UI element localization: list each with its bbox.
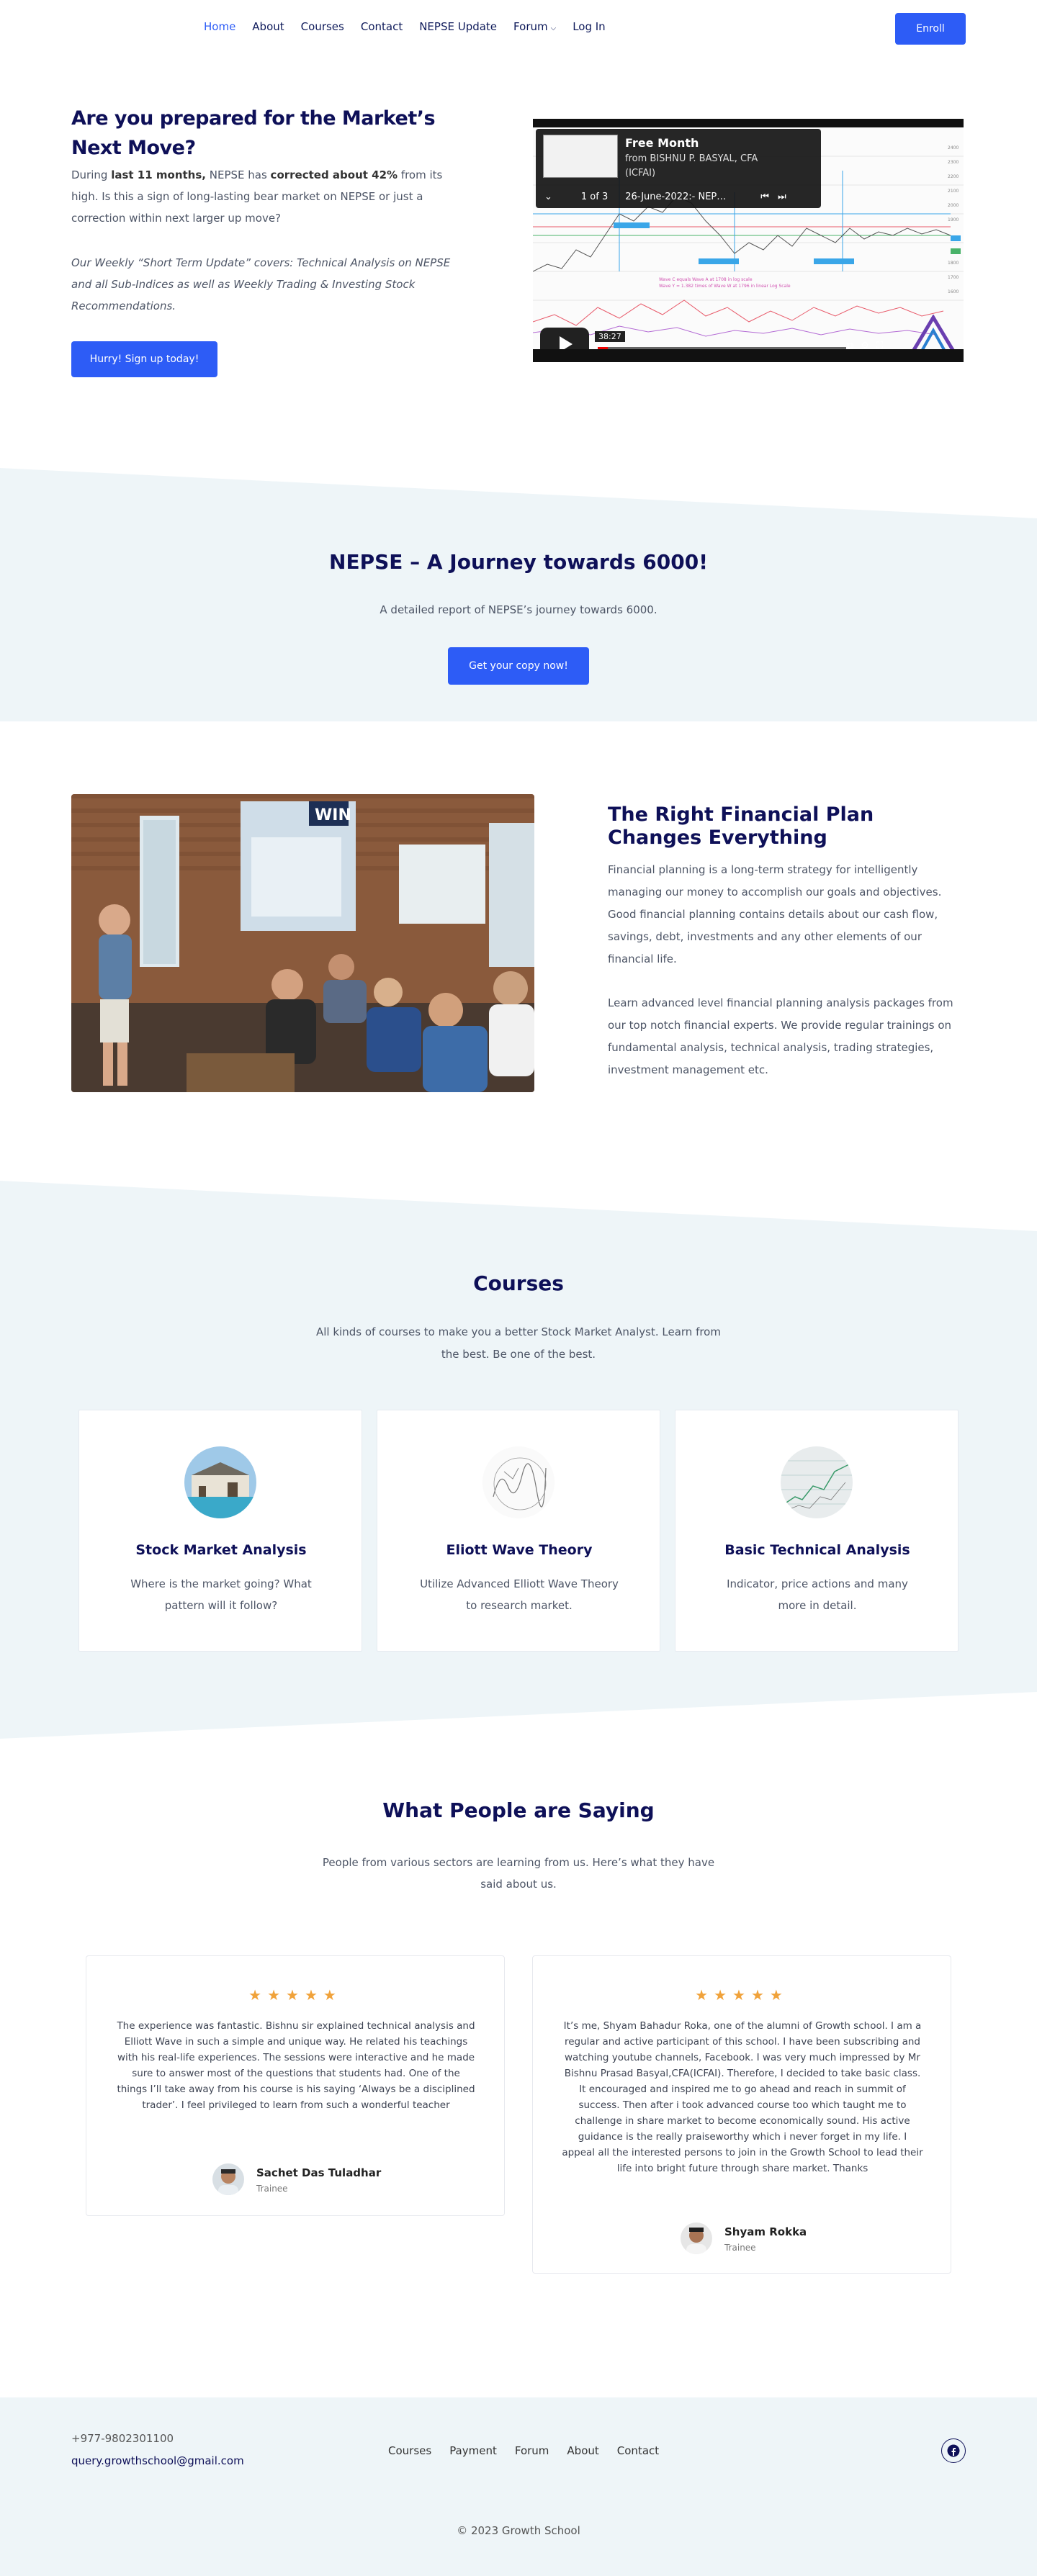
footer-email-link[interactable]: query.growthschool@gmail.com <box>71 2454 244 2467</box>
hero-text: NEPSE has <box>205 168 271 181</box>
playlist-counter: 1 of 3 <box>580 191 609 202</box>
testimonial-card: ★★★★★ The experience was fantastic. Bish… <box>86 1955 505 2216</box>
next-icon[interactable]: ⏭ <box>778 192 786 202</box>
video-title: Free Month <box>625 136 699 150</box>
testimonial-text: It’s me, Shyam Bahadur Roka, one of the … <box>562 2020 923 2174</box>
chevron-down-icon[interactable]: ⌄ <box>544 192 552 202</box>
nav-forum-label: Forum <box>513 20 548 33</box>
course-image-technical-analysis <box>781 1446 853 1518</box>
channel-logo-icon <box>912 315 955 349</box>
footer-link-about[interactable]: About <box>567 2444 598 2457</box>
testimonials-subtitle: People from various sectors are learning… <box>322 1856 715 1891</box>
footer-phone: +977-9802301100 <box>71 2432 174 2445</box>
course-card-stock-market-analysis[interactable]: Stock Market Analysis Where is the marke… <box>78 1410 362 1652</box>
svg-text:1800: 1800 <box>948 261 959 266</box>
nav-about[interactable]: About <box>252 20 284 33</box>
testimonial-name: Sachet Das Tuladhar <box>256 2166 382 2179</box>
video-channel: from BISHNU P. BASYAL, CFA (ICFAI) <box>625 153 758 179</box>
video-playlist-overlay: Free Month from BISHNU P. BASYAL, CFA (I… <box>536 129 821 208</box>
svg-text:2100: 2100 <box>948 189 959 194</box>
hero-title: Are you prepared for the Market’s Next M… <box>71 107 436 159</box>
journey-subtitle: A detailed report of NEPSE’s journey tow… <box>380 603 657 616</box>
video-controls: ⧉ ⚙ ⛶ <box>847 341 883 349</box>
footer-link-courses[interactable]: Courses <box>388 2444 431 2457</box>
svg-text:1900: 1900 <box>948 217 959 222</box>
hero-text: During <box>71 168 112 181</box>
footer-link-contact[interactable]: Contact <box>617 2444 659 2457</box>
classroom-photo: WIN <box>71 794 534 1092</box>
testimonial-role: Trainee <box>256 2184 288 2194</box>
course-image-stock-market <box>184 1446 256 1518</box>
playlist-bar: ⌄ 1 of 3 26-June-2022:- NEP… ⏮ ⏭ <box>536 185 821 208</box>
avatar <box>681 2223 712 2254</box>
classroom-sign-text: WIN <box>315 806 351 824</box>
testimonial-text: The experience was fantastic. Bishnu sir… <box>117 2020 475 2111</box>
svg-text:1700: 1700 <box>948 275 959 280</box>
footer-nav: Courses Payment Forum About Contact <box>388 2444 677 2457</box>
captions-icon[interactable]: ⧉ <box>847 341 853 349</box>
course-card-basic-technical-analysis[interactable]: Basic Technical Analysis Indicator, pric… <box>675 1410 959 1652</box>
hero-bold-correction: corrected about 42% <box>270 168 398 181</box>
course-name: Stock Market Analysis <box>135 1542 307 1558</box>
main-nav: Home About Courses Contact NEPSE Update … <box>204 20 622 33</box>
star-rating-icon: ★★★★★ <box>695 1986 789 2004</box>
testimonial-name: Shyam Rokka <box>724 2225 807 2238</box>
footer-link-forum[interactable]: Forum <box>515 2444 549 2457</box>
testimonial-role: Trainee <box>724 2243 756 2253</box>
plan-paragraph-1: Financial planning is a long-term strate… <box>608 863 942 965</box>
previous-icon[interactable]: ⏮ <box>760 192 769 202</box>
course-name: Eliott Wave Theory <box>446 1542 593 1558</box>
testimonials-title: What People are Saying <box>382 1798 655 1822</box>
video-duration: 38:27 <box>595 331 625 342</box>
site-header: Home About Courses Contact NEPSE Update … <box>0 0 1037 58</box>
svg-text:2300: 2300 <box>948 160 959 165</box>
video-thumbnail <box>543 135 618 178</box>
plan-paragraph-2: Learn advanced level financial planning … <box>608 996 953 1076</box>
courses-subtitle: All kinds of courses to make you a bette… <box>316 1325 721 1361</box>
facebook-icon[interactable] <box>941 2438 966 2463</box>
course-card-eliott-wave[interactable]: Eliott Wave Theory Utilize Advanced Elli… <box>377 1410 660 1652</box>
signup-button[interactable]: Hurry! Sign up today! <box>71 341 217 377</box>
playlist-episode: 26-June-2022:- NEP… <box>625 191 727 202</box>
course-image-elliott-wave <box>482 1446 555 1518</box>
svg-text:Wave C equals Wave A at 1708 i: Wave C equals Wave A at 1708 in log scal… <box>659 277 753 282</box>
nav-nepse-update[interactable]: NEPSE Update <box>419 20 497 33</box>
svg-text:2000: 2000 <box>948 203 959 208</box>
course-description: Where is the market going? What pattern … <box>130 1577 312 1612</box>
video-progress-fill <box>598 347 608 349</box>
fullscreen-icon[interactable]: ⛶ <box>876 341 883 349</box>
svg-text:2200: 2200 <box>948 174 959 179</box>
nav-forum[interactable]: Forum ⌵ <box>513 20 556 33</box>
course-description: Utilize Advanced Elliott Wave Theory to … <box>420 1577 619 1612</box>
chevron-down-icon: ⌵ <box>550 24 557 32</box>
hero-weekly-update-text: Our Weekly “Short Term Update” covers: T… <box>71 256 451 312</box>
play-button[interactable] <box>540 328 589 349</box>
nav-courses[interactable]: Courses <box>301 20 344 33</box>
courses-title: Courses <box>473 1271 564 1295</box>
svg-text:1600: 1600 <box>948 289 959 294</box>
hero-bold-period: last 11 months, <box>111 168 206 181</box>
course-name: Basic Technical Analysis <box>724 1542 910 1558</box>
nav-contact[interactable]: Contact <box>361 20 403 33</box>
get-copy-button[interactable]: Get your copy now! <box>448 647 589 685</box>
avatar <box>212 2163 244 2195</box>
hero-paragraph: During last 11 months, NEPSE has correct… <box>71 164 453 229</box>
copyright: © 2023 Growth School <box>457 2524 580 2537</box>
testimonial-card: ★★★★★ It’s me, Shyam Bahadur Roka, one o… <box>532 1955 951 2274</box>
plan-title: The Right Financial Plan Changes Everyth… <box>608 803 874 849</box>
gear-icon[interactable]: ⚙ <box>861 341 869 349</box>
nav-login[interactable]: Log In <box>573 20 606 33</box>
play-icon <box>560 336 573 349</box>
video-player[interactable]: 2400 2300 2200 2100 2000 1900 1800 1700 1600 W… <box>533 119 964 362</box>
svg-text:Wave Y = 1.382 times of Wave W: Wave Y = 1.382 times of Wave W at 1796 i… <box>659 284 791 289</box>
svg-text:2400: 2400 <box>948 145 959 150</box>
site-footer <box>0 2397 1037 2576</box>
enroll-button[interactable]: Enroll <box>895 13 966 45</box>
nav-home[interactable]: Home <box>204 20 235 33</box>
video-progress-bar[interactable] <box>598 347 846 349</box>
course-description: Indicator, price actions and many more i… <box>727 1577 908 1612</box>
footer-link-payment[interactable]: Payment <box>449 2444 497 2457</box>
star-rating-icon: ★★★★★ <box>248 1986 342 2004</box>
journey-title: NEPSE – A Journey towards 6000! <box>329 550 708 574</box>
